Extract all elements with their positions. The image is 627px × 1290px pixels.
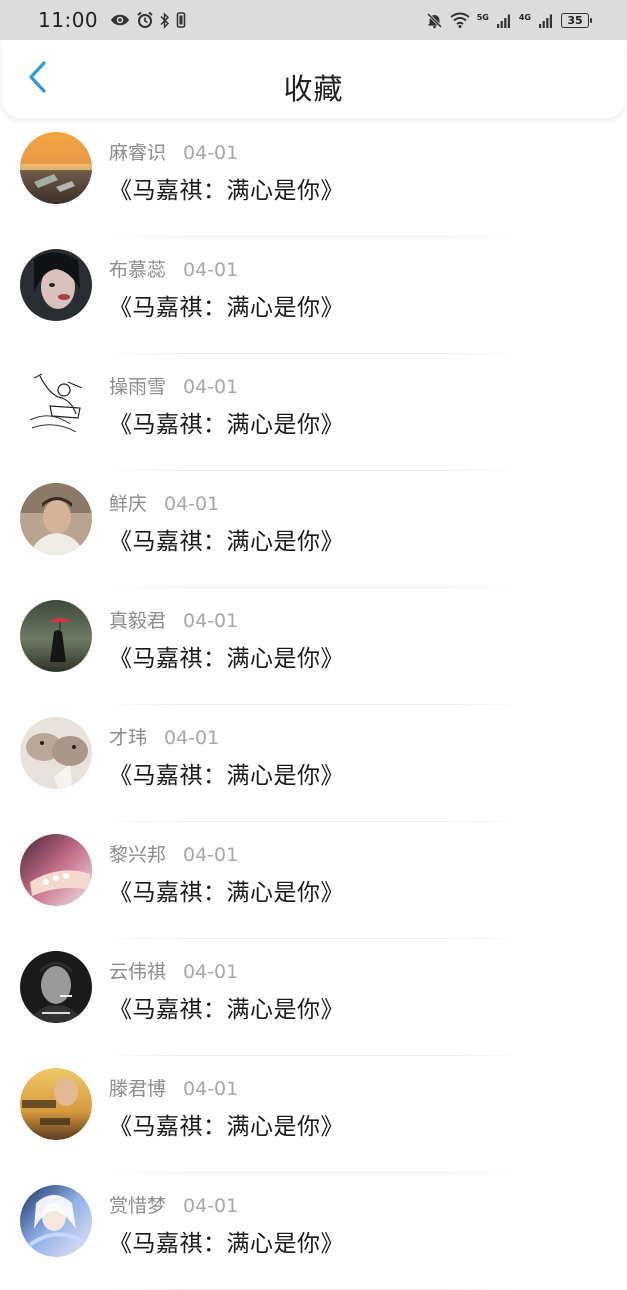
- item-meta: 才玮 04-01: [109, 723, 219, 750]
- item-date: 04-01: [183, 961, 239, 983]
- user-name: 滕君博: [109, 1078, 167, 1100]
- item-date: 04-01: [183, 1078, 239, 1100]
- user-name: 才玮: [109, 727, 148, 749]
- battery-icon: 35: [561, 12, 592, 28]
- list-item[interactable]: 鲜庆 04-01 《马嘉祺：满心是你》: [0, 471, 627, 588]
- list-item[interactable]: 黎兴邦 04-01 《马嘉祺：满心是你》: [0, 822, 627, 939]
- item-meta: 云伟祺 04-01: [109, 957, 238, 984]
- network-type-2: 4G: [518, 12, 531, 22]
- signal-icon: [538, 13, 554, 28]
- user-name: 云伟祺: [109, 961, 167, 983]
- item-date: 04-01: [183, 1195, 239, 1217]
- signal-icon: [496, 13, 512, 28]
- bluetooth-icon: [160, 11, 170, 29]
- item-meta: 布慕蕊 04-01: [109, 255, 238, 282]
- page-title: 收藏: [283, 72, 344, 106]
- list-item[interactable]: 才玮 04-01 《马嘉祺：满心是你》: [0, 705, 627, 822]
- item-date: 04-01: [183, 142, 239, 164]
- eye-icon: [110, 13, 130, 27]
- avatar: [20, 1068, 92, 1140]
- list-item[interactable]: 云伟祺 04-01 《马嘉祺：满心是你》: [0, 939, 627, 1056]
- avatar: [20, 834, 92, 906]
- item-meta: 鲜庆 04-01: [109, 489, 219, 516]
- song-title: 《马嘉祺：满心是你》: [109, 1114, 344, 1140]
- list-item[interactable]: 真毅君 04-01 《马嘉祺：满心是你》: [0, 588, 627, 705]
- song-title: 《马嘉祺：满心是你》: [109, 1231, 344, 1257]
- song-title: 《马嘉祺：满心是你》: [109, 412, 344, 438]
- song-title: 《马嘉祺：满心是你》: [109, 997, 344, 1023]
- item-meta: 赏惜梦 04-01: [109, 1191, 238, 1218]
- user-name: 真毅君: [109, 610, 167, 632]
- list-item[interactable]: 赏惜梦 04-01 《马嘉祺：满心是你》: [0, 1173, 627, 1290]
- item-date: 04-01: [183, 610, 239, 632]
- network-type-1: 5G: [476, 12, 489, 22]
- item-meta: 黎兴邦 04-01: [109, 840, 238, 867]
- item-date: 04-01: [183, 844, 239, 866]
- list-item[interactable]: 操雨雪 04-01 《马嘉祺：满心是你》: [0, 354, 627, 471]
- list-item[interactable]: 麻睿识 04-01 《马嘉祺：满心是你》: [0, 120, 627, 237]
- avatar: [20, 951, 92, 1023]
- song-title: 《马嘉祺：满心是你》: [109, 763, 344, 789]
- avatar: [20, 366, 92, 438]
- list-item[interactable]: 滕君博 04-01 《马嘉祺：满心是你》: [0, 1056, 627, 1173]
- vibrate-icon: [176, 12, 186, 28]
- user-name: 鲜庆: [109, 493, 148, 515]
- user-name: 黎兴邦: [109, 844, 167, 866]
- item-date: 04-01: [183, 259, 239, 281]
- song-title: 《马嘉祺：满心是你》: [109, 880, 344, 906]
- song-title: 《马嘉祺：满心是你》: [109, 646, 344, 672]
- item-date: 04-01: [164, 493, 220, 515]
- user-name: 操雨雪: [109, 376, 167, 398]
- item-date: 04-01: [164, 727, 220, 749]
- item-meta: 麻睿识 04-01: [109, 138, 238, 165]
- avatar: [20, 249, 92, 321]
- user-name: 麻睿识: [109, 142, 167, 164]
- item-meta: 滕君博 04-01: [109, 1074, 238, 1101]
- status-bar-right: 5G 4G 35: [426, 12, 592, 29]
- item-meta: 操雨雪 04-01: [109, 372, 238, 399]
- song-title: 《马嘉祺：满心是你》: [109, 295, 344, 321]
- avatar: [20, 483, 92, 555]
- list-item[interactable]: 布慕蕊 04-01 《马嘉祺：满心是你》: [0, 237, 627, 354]
- song-title: 《马嘉祺：满心是你》: [109, 178, 344, 204]
- user-name: 布慕蕊: [109, 259, 167, 281]
- wifi-icon: [450, 12, 470, 28]
- item-date: 04-01: [183, 376, 239, 398]
- item-meta: 真毅君 04-01: [109, 606, 238, 633]
- status-bar: 11:00 5G 4G 35: [0, 0, 627, 40]
- app-header: 收藏: [2, 40, 625, 118]
- avatar: [20, 717, 92, 789]
- favorites-list: 麻睿识 04-01 《马嘉祺：满心是你》 布慕蕊 04-01 《马嘉祺：满心是你…: [0, 120, 627, 1290]
- alarm-icon: [136, 11, 154, 29]
- status-bar-left: 11:00: [38, 8, 186, 32]
- notifications-off-icon: [426, 12, 443, 29]
- avatar: [20, 1185, 92, 1257]
- status-time: 11:00: [38, 8, 99, 32]
- avatar: [20, 600, 92, 672]
- avatar: [20, 132, 92, 204]
- user-name: 赏惜梦: [109, 1195, 167, 1217]
- song-title: 《马嘉祺：满心是你》: [109, 529, 344, 555]
